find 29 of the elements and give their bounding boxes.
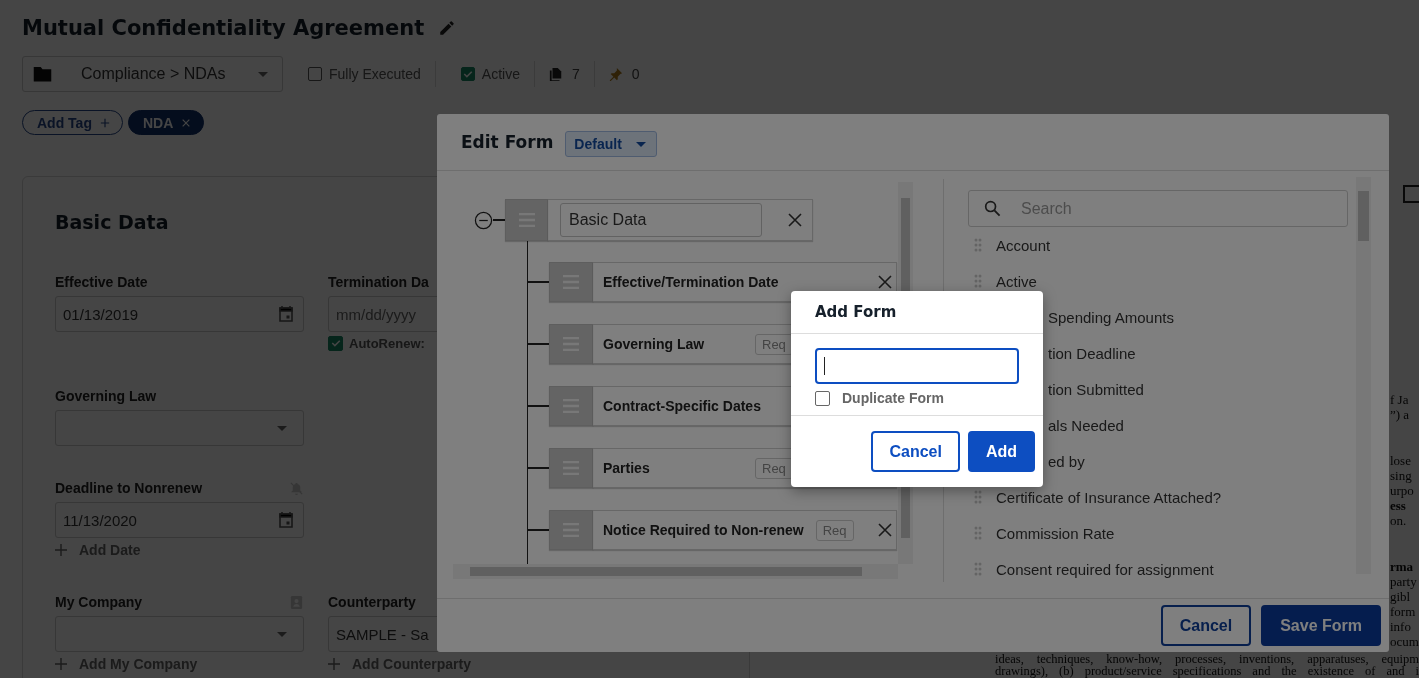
field-label: Effective Date <box>55 274 148 290</box>
field-label: My Company <box>55 594 143 610</box>
field-node-label: Parties <box>603 460 651 476</box>
document-title: Mutual Confidentiality Agreement <box>22 16 425 40</box>
field-node-label: Effective/Termination Date <box>603 274 779 290</box>
document-text: info <box>1390 619 1412 634</box>
document-text: on. <box>1390 513 1408 528</box>
checkbox-label: Duplicate Form <box>842 390 944 406</box>
document-text: ocum <box>1390 634 1419 649</box>
document-text: rma <box>1390 559 1415 574</box>
field-label: Governing Law <box>55 388 157 404</box>
field-label: Deadline to Nonrenew <box>55 480 203 496</box>
document-text: party <box>1390 574 1418 589</box>
field-node-label: Contract-Specific Dates <box>603 398 761 414</box>
document-text: ”) a <box>1390 407 1411 422</box>
document-text: urpo <box>1390 483 1415 498</box>
document-text: sing <box>1390 468 1413 483</box>
dialog-title: Add Form <box>815 303 897 321</box>
field-label: Termination Da <box>328 274 429 290</box>
document-text: form <box>1390 604 1417 619</box>
field-label: Counterparty <box>328 594 416 610</box>
field-node-label: Governing Law <box>603 336 706 352</box>
section-title: Basic Data <box>55 211 169 233</box>
field-node-label: Notice Required to Non-renew <box>603 522 804 538</box>
document-text: lose <box>1390 453 1412 468</box>
document-text: ideas, techniques, know-how, processes, inventions, apparatuses, equipm <box>995 653 1419 665</box>
dialog-title: Edit Form <box>461 132 554 152</box>
document-text: gibl <box>1390 589 1412 604</box>
document-text: ess <box>1390 498 1407 513</box>
